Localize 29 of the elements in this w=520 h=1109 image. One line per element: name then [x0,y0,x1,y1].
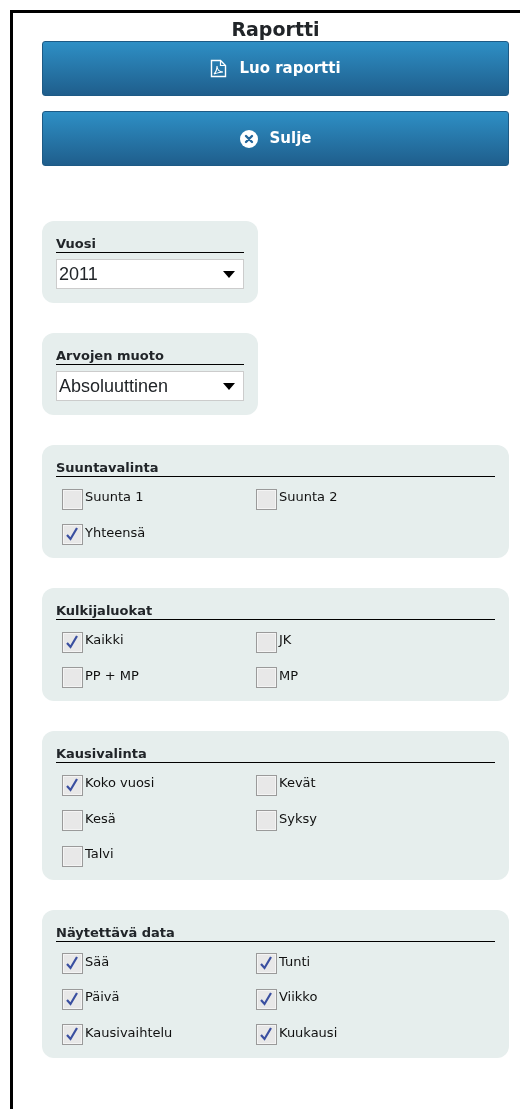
checkbox-label: Kaikki [85,631,124,649]
panel-title: Raportti [230,19,321,39]
checkbox-label: Viikko [279,988,318,1006]
checkbox-label: Kesä [85,809,116,828]
select-field[interactable]: Absoluuttinen [56,371,244,401]
section-heading: Suuntavalinta [56,459,495,477]
section-heading: Vuosi [56,235,244,253]
section-heading: Näytettävä data [56,923,495,942]
checkbox-label: Päivä [85,988,120,1006]
checkbox-label: JK [279,631,292,649]
checkbox-label: Yhteensä [85,523,146,542]
checkbox-label: Kuukausi [279,1023,338,1042]
select-field[interactable]: 2011 [56,259,244,289]
section-heading: Kausivalinta [56,745,495,763]
checkbox-label: Suunta 1 [85,488,144,506]
create-report-button[interactable]: Luo raportti [42,41,509,96]
checkbox-label: Koko vuosi [85,774,155,792]
checkbox-label: Suunta 2 [279,488,338,506]
checkbox-label: MP [279,666,299,685]
close-button[interactable]: Sulje [42,111,509,166]
checkbox-label: Sää [85,952,110,971]
checkbox-label: Kevät [279,774,316,792]
checkbox-label: PP + MP [85,666,139,685]
checkbox-label: Kausivaihtelu [85,1023,173,1042]
section-heading: Arvojen muoto [56,347,244,365]
section-heading: Kulkijaluokat [56,602,495,620]
checkbox-label: Syksy [279,809,317,828]
checkbox-label: Tunti [279,952,311,971]
checkbox-label: Talvi [85,845,114,863]
